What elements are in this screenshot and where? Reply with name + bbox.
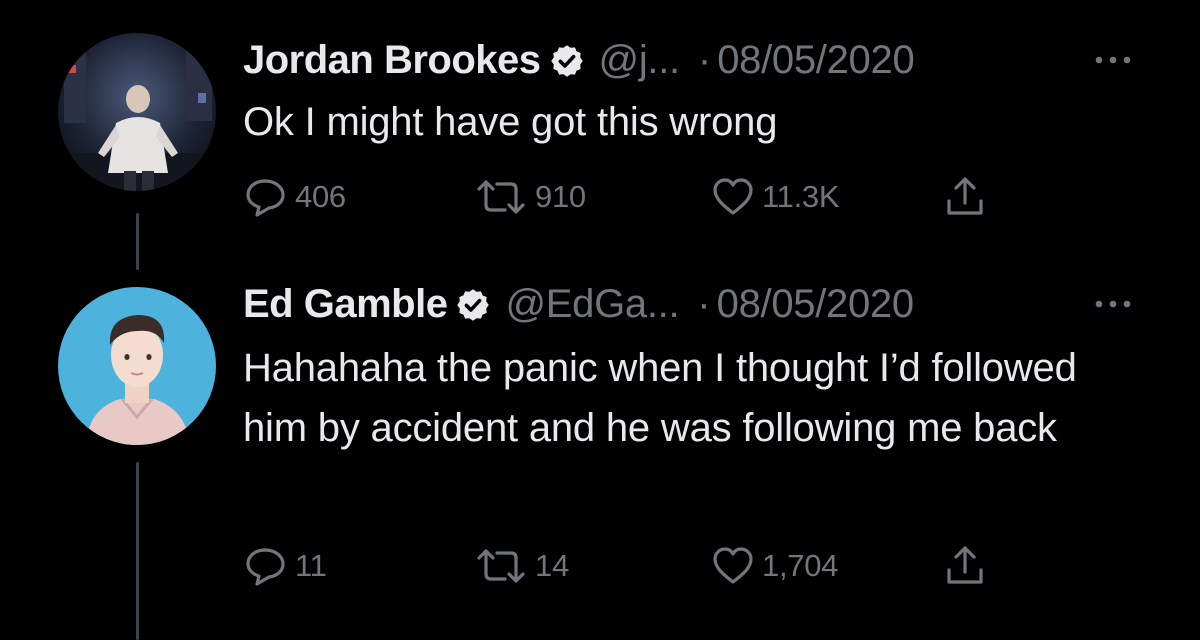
share-icon <box>943 544 987 588</box>
tweet-header: Ed Gamble @EdGa... · 08/05/2020 <box>243 279 914 329</box>
author-handle[interactable]: @j... <box>599 36 681 84</box>
like-icon <box>710 544 756 588</box>
like-icon <box>710 175 756 219</box>
reply-icon <box>243 175 289 219</box>
retweet-button[interactable]: 910 <box>473 172 586 222</box>
tweet-actions: 406 910 11.3K <box>243 172 1043 222</box>
avatar-image <box>58 287 216 445</box>
tweet-date[interactable]: 08/05/2020 <box>717 36 915 84</box>
like-count: 11.3K <box>762 179 840 214</box>
tweet-text: Hahahaha the panic when I thought I’d fo… <box>243 346 1077 450</box>
tweet-actions: 11 14 1,704 <box>243 541 1043 591</box>
tweet-text: Ok I might have got this wrong <box>243 100 778 144</box>
reply-icon <box>243 544 289 588</box>
separator-dot: · <box>697 38 712 82</box>
verified-badge-icon <box>455 286 491 322</box>
author-name[interactable]: Ed Gamble <box>243 280 448 328</box>
avatar-image <box>58 33 216 191</box>
retweet-button[interactable]: 14 <box>473 541 569 591</box>
like-count: 1,704 <box>762 548 839 583</box>
verified-badge-icon <box>549 42 585 78</box>
reply-button[interactable]: 11 <box>243 541 327 591</box>
tweet[interactable]: Jordan Brookes @j... · 08/05/2020 Ok I m… <box>0 0 1200 240</box>
avatar[interactable] <box>58 33 216 191</box>
reply-count: 11 <box>295 548 327 583</box>
avatar[interactable] <box>58 287 216 445</box>
retweet-icon <box>473 544 529 588</box>
tweet-header: Jordan Brookes @j... · 08/05/2020 <box>243 35 915 85</box>
more-options-icon[interactable] <box>1090 294 1140 314</box>
retweet-count: 910 <box>535 179 586 214</box>
share-button[interactable] <box>943 541 987 591</box>
share-icon <box>943 175 987 219</box>
reply-count: 406 <box>295 179 346 214</box>
tweet[interactable]: Ed Gamble @EdGa... · 08/05/2020 Hahahaha… <box>0 270 1200 640</box>
like-button[interactable]: 11.3K <box>710 172 840 222</box>
share-button[interactable] <box>943 172 987 222</box>
tweet-date[interactable]: 08/05/2020 <box>717 280 915 328</box>
separator-dot: · <box>697 282 711 326</box>
reply-button[interactable]: 406 <box>243 172 346 222</box>
retweet-icon <box>473 175 529 219</box>
author-handle[interactable]: @EdGa... <box>505 280 679 328</box>
more-options-icon[interactable] <box>1090 50 1140 70</box>
retweet-count: 14 <box>535 548 569 583</box>
author-name[interactable]: Jordan Brookes <box>243 36 541 84</box>
like-button[interactable]: 1,704 <box>710 541 838 591</box>
